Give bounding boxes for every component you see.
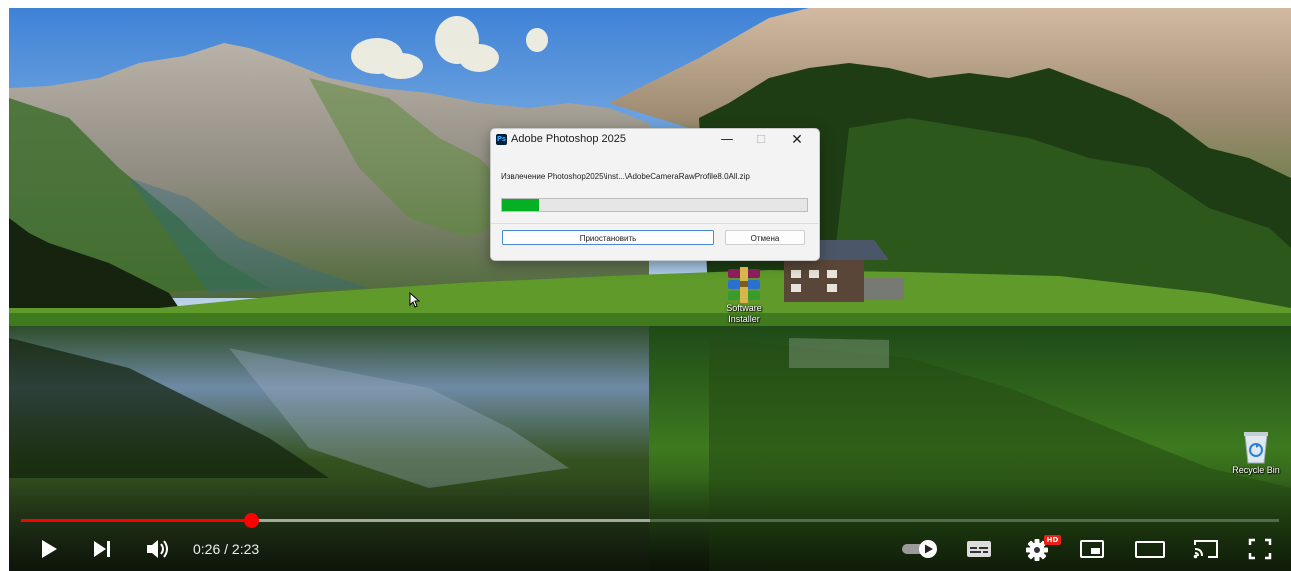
minimize-icon[interactable]: — — [714, 130, 740, 150]
autoplay-toggle-icon — [902, 540, 937, 558]
pause-button[interactable]: Приостановить — [502, 230, 714, 245]
desktop-icon-label: Recycle Bin — [1232, 465, 1280, 475]
mouse-cursor-icon — [409, 292, 421, 308]
volume-button[interactable] — [142, 534, 172, 564]
window-title: Adobe Photoshop 2025 — [511, 133, 626, 145]
cast-button[interactable] — [1191, 534, 1221, 564]
autoplay-toggle[interactable] — [899, 534, 939, 564]
close-icon[interactable]: ✕ — [784, 130, 810, 150]
miniplayer-icon — [1080, 540, 1104, 558]
theater-icon — [1135, 541, 1165, 558]
play-button[interactable] — [33, 534, 63, 564]
seek-played — [21, 519, 252, 522]
play-icon — [42, 540, 57, 558]
subtitles-icon — [967, 541, 991, 557]
photoshop-app-icon: Ps — [496, 134, 507, 145]
hd-badge: HD — [1044, 535, 1061, 545]
desktop-icon-label: Software Installer — [726, 303, 762, 324]
subtitles-button[interactable] — [964, 534, 994, 564]
cancel-button[interactable]: Отмена — [725, 230, 805, 245]
installer-window[interactable]: Ps Adobe Photoshop 2025 — ☐ ✕ Извлечение… — [490, 128, 820, 261]
extraction-status: Извлечение Photoshop2025\inst...\AdobeCa… — [501, 172, 750, 181]
window-titlebar[interactable]: Ps Adobe Photoshop 2025 — ☐ ✕ — [491, 129, 819, 151]
skip-next-icon — [94, 541, 110, 557]
fullscreen-button[interactable] — [1245, 534, 1275, 564]
fullscreen-icon — [1248, 538, 1272, 560]
maximize-icon[interactable]: ☐ — [748, 130, 774, 150]
seek-bar[interactable] — [21, 513, 1279, 528]
install-progress-bar — [501, 198, 808, 212]
window-divider — [491, 223, 819, 224]
recycle-bin-icon — [1244, 432, 1268, 464]
next-button[interactable] — [87, 534, 117, 564]
video-player[interactable]: Ps Adobe Photoshop 2025 — ☐ ✕ Извлечение… — [9, 8, 1291, 571]
miniplayer-button[interactable] — [1077, 534, 1107, 564]
time-display: 0:26 / 2:23 — [193, 541, 260, 557]
install-progress-fill — [502, 199, 539, 211]
cast-icon — [1193, 540, 1218, 559]
desktop-icon-software-installer[interactable]: Software Installer — [714, 267, 774, 339]
winrar-archive-icon — [728, 267, 760, 303]
theater-mode-button[interactable] — [1133, 534, 1167, 564]
volume-icon — [147, 540, 168, 558]
